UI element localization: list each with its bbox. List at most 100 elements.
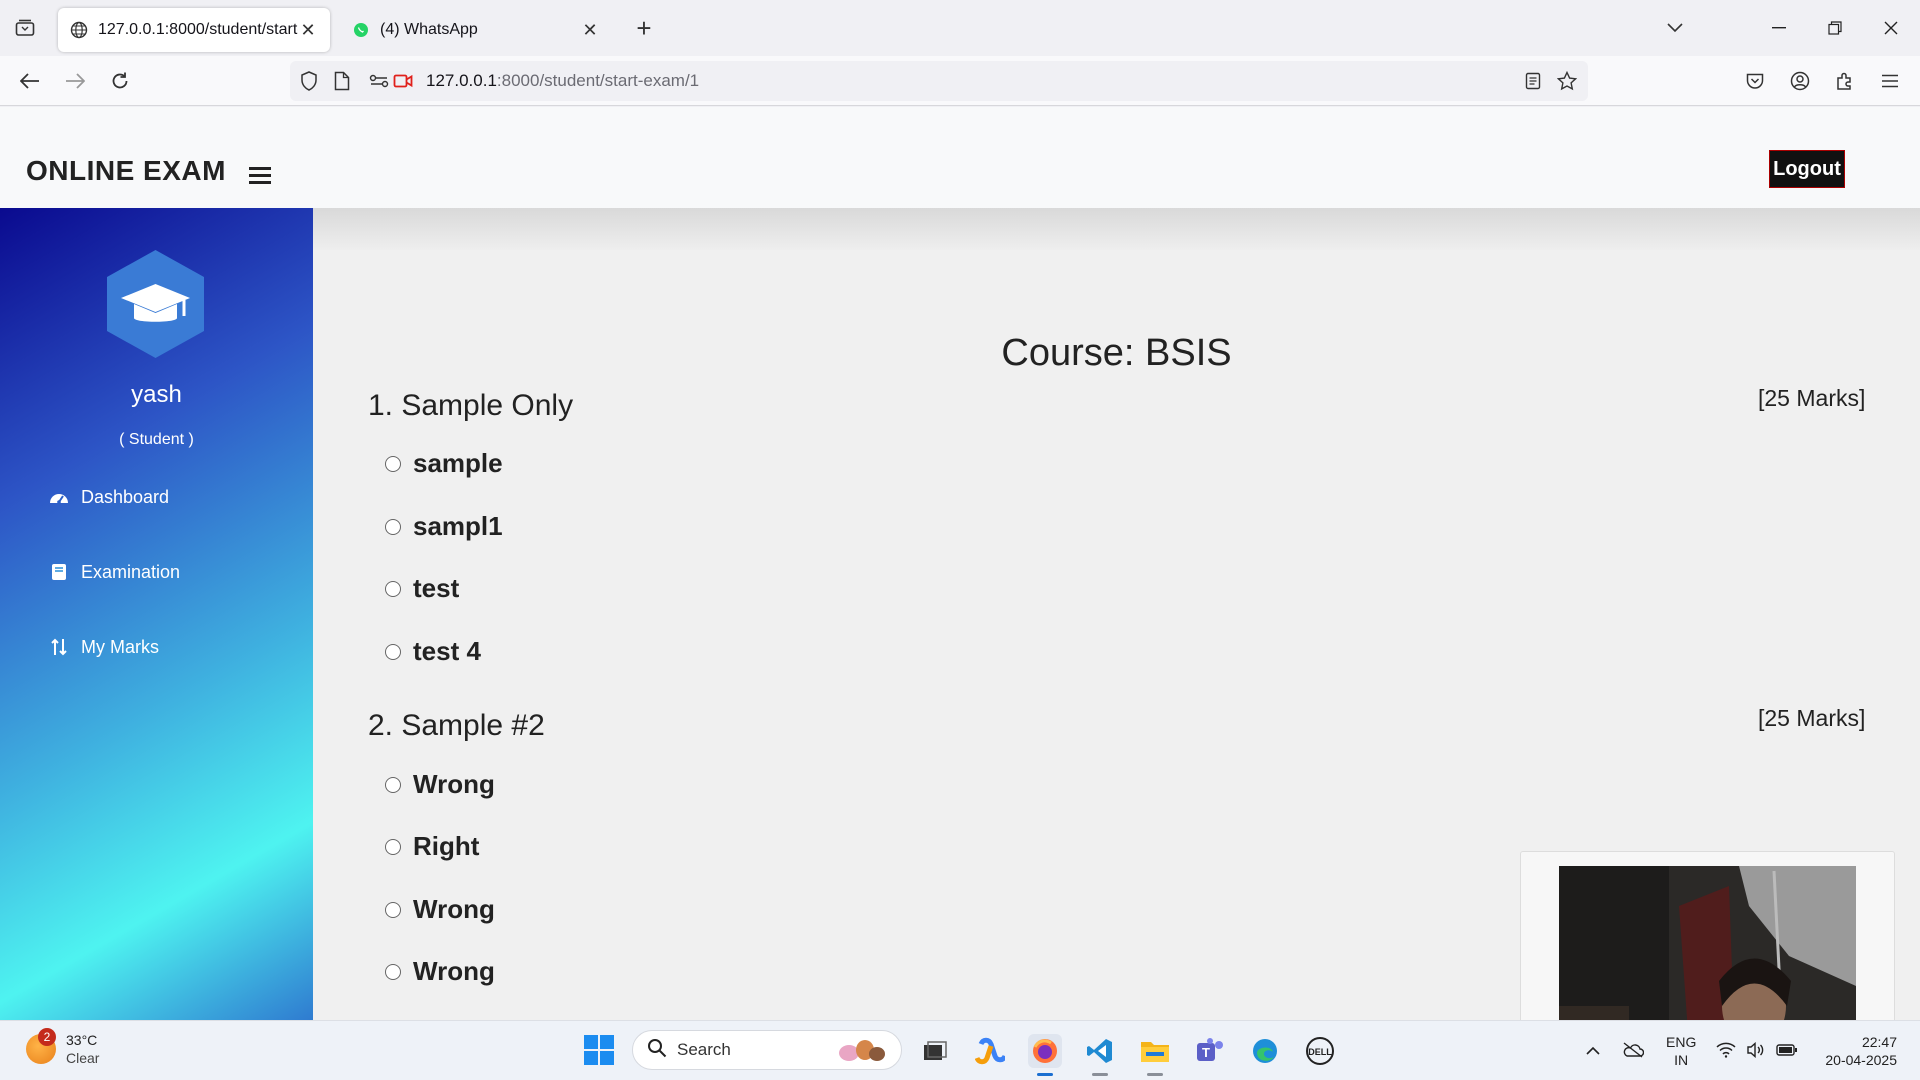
sidebar: yash ( Student ) Dashboard Examination M…: [0, 208, 313, 1020]
back-arrow-icon[interactable]: [15, 66, 45, 96]
windows-start-icon[interactable]: [584, 1035, 614, 1065]
tab-overflow-chevron-icon[interactable]: [1660, 14, 1690, 42]
radio-button[interactable]: [385, 643, 401, 660]
speedometer-icon: [49, 487, 69, 507]
menu-icon[interactable]: [1875, 66, 1905, 96]
battery-icon[interactable]: [1776, 1039, 1798, 1061]
language-code: ENG: [1666, 1034, 1697, 1050]
sidebar-item-label: Examination: [81, 561, 181, 582]
tab-start-exam[interactable]: 127.0.0.1:8000/student/start-exam/1 ✕: [58, 8, 330, 52]
url-host: 127.0.0.1: [426, 71, 497, 90]
extensions-icon[interactable]: [1830, 66, 1860, 96]
answer-option[interactable]: Wrong: [385, 769, 495, 800]
weather-temperature: 33°C: [66, 1032, 98, 1048]
reader-view-icon[interactable]: [1522, 70, 1544, 92]
user-role: ( Student ): [119, 431, 194, 448]
clock-time: 22:47: [1861, 1034, 1897, 1050]
close-tab-icon[interactable]: ✕: [580, 20, 600, 40]
sidebar-item-label: Dashboard: [81, 486, 170, 507]
dell-icon[interactable]: DELL: [1303, 1034, 1337, 1068]
answer-option[interactable]: Wrong: [385, 894, 495, 925]
radio-button[interactable]: [385, 901, 401, 918]
tab-list-icon[interactable]: [12, 16, 38, 40]
answer-option[interactable]: Wrong: [385, 956, 495, 987]
search-icon: [647, 1038, 667, 1063]
chevron-up-icon[interactable]: [1582, 1039, 1604, 1061]
question-title: 1. Sample Only: [368, 389, 574, 422]
sidebar-item-label: My Marks: [81, 636, 159, 657]
url-text[interactable]: 127.0.0.1:8000/student/start-exam/1: [426, 71, 699, 91]
radio-button[interactable]: [385, 580, 401, 597]
new-tab-button[interactable]: +: [630, 13, 658, 43]
firefox-icon[interactable]: [1028, 1034, 1062, 1076]
app-header: ONLINE EXAM Logout: [0, 107, 1920, 208]
restore-icon[interactable]: [1820, 14, 1850, 42]
svg-text:DELL: DELL: [1308, 1047, 1332, 1057]
minimize-icon[interactable]: [1764, 14, 1794, 42]
running-app-indicator: [1147, 1073, 1163, 1076]
forward-arrow-icon[interactable]: [60, 66, 90, 96]
option-label: sample: [413, 448, 503, 478]
whatsapp-icon: [352, 21, 370, 39]
reload-icon[interactable]: [105, 66, 135, 96]
vscode-icon[interactable]: [1083, 1034, 1117, 1076]
task-view-icon[interactable]: [918, 1034, 952, 1068]
option-label: Right: [413, 831, 480, 861]
radio-button[interactable]: [385, 838, 401, 855]
radio-button[interactable]: [385, 455, 401, 472]
shield-icon[interactable]: [298, 70, 320, 92]
pocket-icon[interactable]: [1740, 66, 1770, 96]
teams-icon[interactable]: T: [1193, 1034, 1227, 1068]
account-icon[interactable]: [1785, 66, 1815, 96]
edge-icon[interactable]: [1248, 1034, 1282, 1068]
radio-button[interactable]: [385, 963, 401, 980]
url-bar[interactable]: 127.0.0.1:8000/student/start-exam/1: [290, 61, 1588, 101]
sidebar-item-dashboard[interactable]: Dashboard: [49, 483, 169, 511]
close-tab-icon[interactable]: ✕: [298, 20, 318, 40]
active-app-indicator: [1037, 1073, 1053, 1076]
option-label: sampl1: [413, 511, 503, 541]
taskbar-search[interactable]: Search: [632, 1030, 902, 1070]
running-app-indicator: [1092, 1073, 1108, 1076]
browser-tab-bar: 127.0.0.1:8000/student/start-exam/1 ✕ (4…: [0, 0, 1920, 56]
page-icon[interactable]: [331, 70, 353, 92]
sidebar-item-examination[interactable]: Examination: [49, 558, 180, 586]
hamburger-menu-icon[interactable]: [249, 167, 271, 185]
option-label: test 4: [413, 636, 481, 666]
onedrive-offline-icon[interactable]: [1622, 1039, 1644, 1061]
radio-button[interactable]: [385, 776, 401, 793]
wifi-icon[interactable]: [1715, 1039, 1737, 1061]
sort-icon: [49, 637, 69, 657]
answer-option[interactable]: test: [385, 573, 459, 604]
clock-date: 20-04-2025: [1825, 1052, 1897, 1068]
question-marks: [25 Marks]: [1758, 385, 1866, 411]
radio-button[interactable]: [385, 518, 401, 535]
weather-description: Clear: [66, 1050, 100, 1066]
question-marks: [25 Marks]: [1758, 705, 1866, 731]
logout-button[interactable]: Logout: [1769, 150, 1845, 188]
sidebar-item-my-marks[interactable]: My Marks: [49, 633, 159, 661]
answer-option[interactable]: test 4: [385, 636, 481, 667]
tab-whatsapp[interactable]: (4) WhatsApp ✕: [340, 8, 612, 52]
answer-option[interactable]: sample: [385, 448, 503, 479]
system-clock[interactable]: 22:47 20-04-2025: [1815, 1033, 1897, 1069]
option-label: test: [413, 573, 460, 603]
weather-sun-icon: 2: [26, 1028, 56, 1064]
windows-taskbar: 2 33°C Clear Search T DELL ENG IN 22:47 …: [0, 1020, 1920, 1080]
bookmark-star-icon[interactable]: [1556, 70, 1578, 92]
camera-sharing-icon[interactable]: [392, 70, 414, 92]
search-placeholder: Search: [677, 1040, 731, 1059]
weather-widget[interactable]: 2 33°C Clear: [26, 1028, 100, 1067]
permissions-icon[interactable]: [368, 70, 390, 92]
webcam-preview: [1520, 851, 1895, 1020]
course-title: Course: BSIS: [1001, 332, 1232, 374]
close-window-icon[interactable]: [1876, 14, 1906, 42]
input-language-indicator[interactable]: ENG IN: [1666, 1033, 1696, 1069]
copilot-icon[interactable]: [973, 1034, 1007, 1068]
search-highlight-icon: [831, 1033, 891, 1068]
volume-icon[interactable]: [1745, 1039, 1767, 1061]
answer-option[interactable]: sampl1: [385, 511, 503, 542]
webcam-video: [1559, 866, 1856, 1020]
file-explorer-icon[interactable]: [1138, 1034, 1172, 1076]
answer-option[interactable]: Right: [385, 831, 479, 862]
